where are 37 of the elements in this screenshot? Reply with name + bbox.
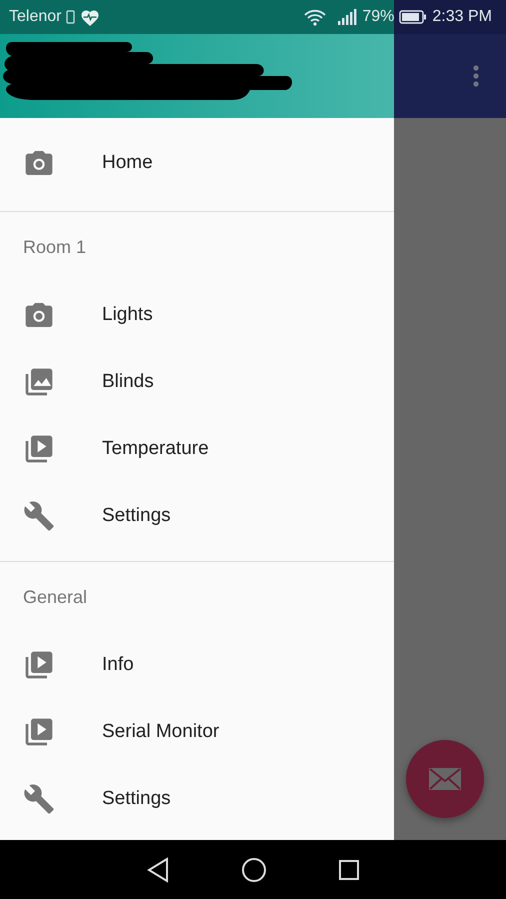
menu-item[interactable]: Lights [0, 281, 394, 348]
menu-item-label: Temperature [102, 438, 209, 460]
menu-item-label: Serial Monitor [102, 720, 220, 742]
menu-item-label: Home [102, 152, 153, 174]
menu-item[interactable]: Temperature [0, 415, 394, 482]
photo-library-icon [23, 366, 55, 398]
clock-time: 2:33 PM [432, 8, 492, 26]
menu-item[interactable]: Settings [0, 765, 394, 832]
video-library-icon [23, 716, 55, 748]
video-library-icon [23, 648, 55, 680]
heart-icon [80, 8, 100, 26]
menu-item-label: Blinds [102, 370, 154, 392]
battery-icon [399, 10, 428, 24]
video-library-icon [23, 432, 55, 464]
wrench-icon [23, 782, 55, 814]
envelope-icon [428, 767, 462, 791]
wrench-icon [23, 500, 55, 532]
recent-apps-icon[interactable] [338, 858, 360, 880]
menu-item[interactable]: Home [0, 129, 394, 196]
section-header: General [22, 586, 88, 609]
carrier-name: Telenor [9, 8, 62, 26]
menu-item-label: Settings [102, 788, 171, 810]
home-icon[interactable] [240, 856, 267, 882]
menu-item[interactable]: Settings [0, 482, 394, 549]
back-icon[interactable] [146, 856, 170, 882]
more-options-icon[interactable] [472, 64, 480, 88]
wifi-icon [304, 8, 326, 26]
section-header: Room 1 [22, 236, 88, 259]
menu-item[interactable]: Info [0, 631, 394, 698]
signal-icon [337, 9, 358, 25]
menu-item-label: Info [102, 654, 134, 676]
phone-icon [66, 10, 76, 24]
menu-item[interactable]: Serial Monitor [0, 698, 394, 765]
menu-item[interactable]: Blinds [0, 348, 394, 415]
battery-percent: 79% [362, 8, 394, 26]
menu-item-label: Lights [102, 304, 153, 326]
menu-item-label: Settings [102, 504, 171, 526]
